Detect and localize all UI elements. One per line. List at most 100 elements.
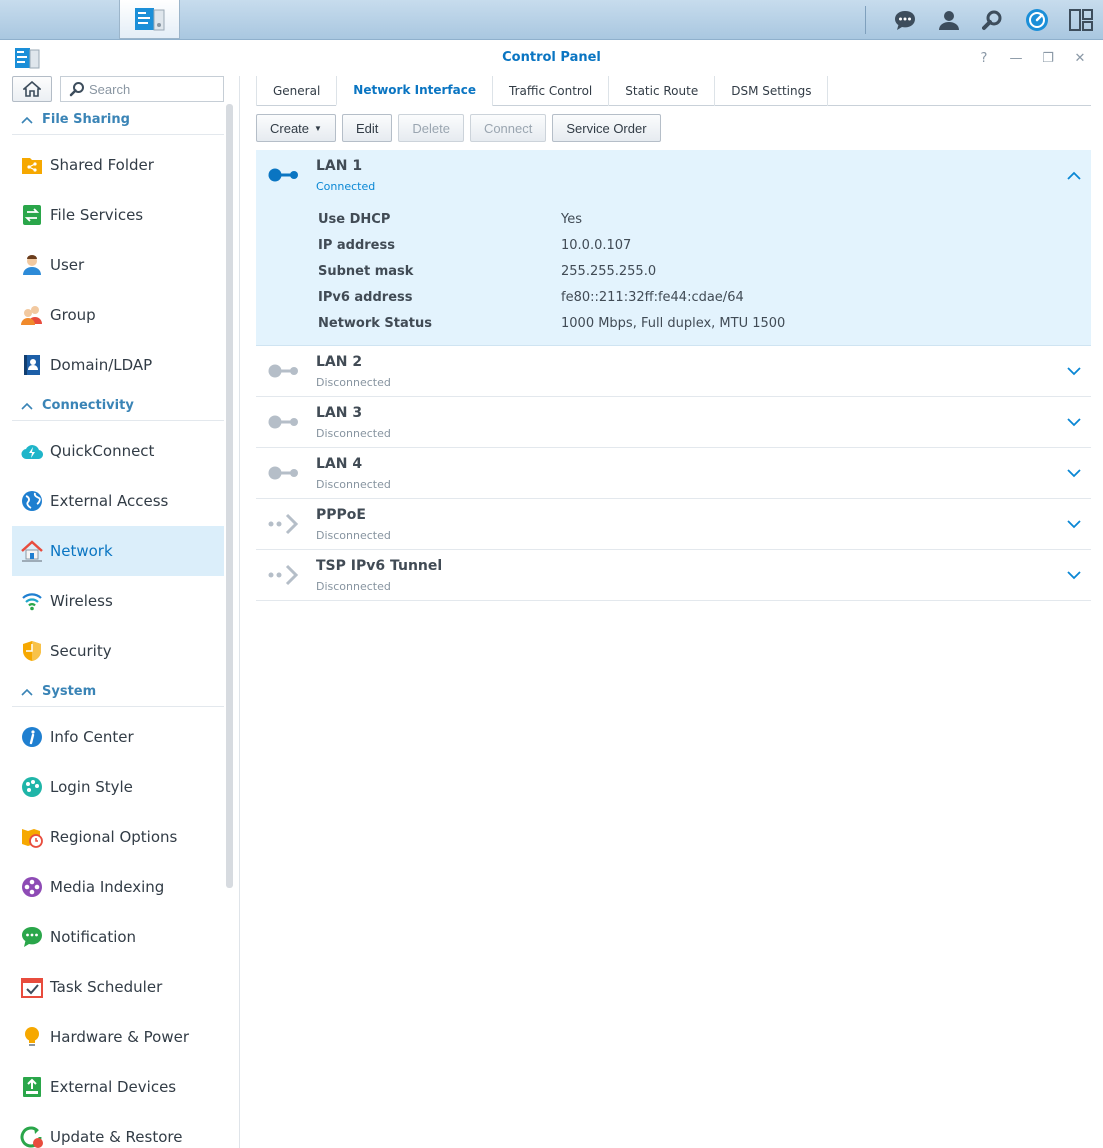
chevron-down-icon[interactable] [1065, 413, 1083, 431]
close-button[interactable]: ✕ [1071, 49, 1089, 67]
user-menu-button[interactable] [927, 0, 971, 39]
control-panel-icon [134, 8, 164, 31]
interface-row-tsp-ipv6-tunnel[interactable]: TSP IPv6 Tunnel Disconnected [256, 550, 1091, 601]
sidebar-item-shared-folder[interactable]: Shared Folder [12, 140, 224, 190]
interface-row-pppoe[interactable]: PPPoE Disconnected [256, 499, 1091, 550]
chat-icon [895, 10, 915, 30]
section-system[interactable]: System [12, 677, 224, 707]
info-icon [20, 725, 44, 749]
sidebar-item-update-restore[interactable]: Update & Restore [12, 1112, 224, 1148]
chevron-up-icon [12, 402, 42, 410]
sidebar-item-media-indexing[interactable]: Media Indexing [12, 862, 224, 912]
chevron-up-icon [12, 116, 42, 124]
interface-row-lan-1[interactable]: LAN 1 Connected Use DHCP Yes IP address … [256, 150, 1091, 346]
update-restore-icon [20, 1125, 44, 1148]
section-connectivity[interactable]: Connectivity [12, 391, 224, 421]
edit-button[interactable]: Edit [341, 114, 393, 142]
help-button[interactable]: ? [975, 49, 993, 67]
interface-row-lan-4[interactable]: LAN 4 Disconnected [256, 448, 1091, 499]
sidebar-item-regional-options[interactable]: Regional Options [12, 812, 224, 862]
interface-row-lan-2[interactable]: LAN 2 Disconnected [256, 346, 1091, 397]
sidebar-scrollbar[interactable] [226, 104, 233, 888]
interface-status: Disconnected [316, 376, 391, 389]
ethernet-connected-icon [266, 162, 302, 188]
section-file-sharing[interactable]: File Sharing [12, 105, 224, 135]
sidebar-item-label: QuickConnect [50, 442, 155, 460]
sidebar-item-network[interactable]: Network [12, 526, 224, 576]
search-input[interactable] [89, 81, 209, 97]
sidebar-item-group[interactable]: Group [12, 290, 224, 340]
tab-static-route[interactable]: Static Route [608, 76, 714, 106]
tab-network-interface[interactable]: Network Interface [336, 76, 492, 106]
detail-value: 255.255.255.0 [561, 263, 657, 279]
tunnel-disconnected-icon [266, 562, 302, 588]
tab-dsm-settings[interactable]: DSM Settings [714, 76, 829, 106]
main-panel: General Network Interface Traffic Contro… [240, 76, 1103, 1148]
restore-button[interactable]: ❐ [1039, 49, 1057, 67]
search-box[interactable] [60, 76, 224, 102]
sidebar-item-quickconnect[interactable]: QuickConnect [12, 426, 224, 476]
ethernet-disconnected-icon [266, 358, 302, 384]
sidebar-item-label: Domain/LDAP [50, 356, 153, 374]
sidebar-item-label: Media Indexing [50, 878, 165, 896]
connect-button[interactable]: Connect [469, 114, 547, 142]
shared-folder-icon [20, 153, 44, 177]
create-button[interactable]: Create ▼ [256, 114, 336, 142]
sidebar-item-label: Update & Restore [50, 1128, 183, 1146]
shield-icon [20, 639, 44, 663]
detail-row: Subnet mask 255.255.255.0 [318, 258, 785, 284]
lightbulb-icon [20, 1025, 44, 1049]
sidebar-item-domain-ldap[interactable]: Domain/LDAP [12, 340, 224, 390]
taskbar-separator [865, 6, 866, 34]
detail-label: IP address [318, 237, 395, 253]
sidebar-item-security[interactable]: Security [12, 626, 224, 676]
widgets-button[interactable] [1015, 0, 1059, 39]
sidebar-item-external-devices[interactable]: External Devices [12, 1062, 224, 1112]
sidebar-item-info-center[interactable]: Info Center [12, 712, 224, 762]
control-panel-taskbar-button[interactable] [119, 0, 180, 39]
chat-button[interactable] [883, 0, 927, 39]
dropdown-arrow-icon: ▼ [314, 123, 322, 133]
tab-traffic-control[interactable]: Traffic Control [492, 76, 608, 106]
sidebar-item-wireless[interactable]: Wireless [12, 576, 224, 626]
network-icon [20, 539, 44, 563]
sidebar-item-notification[interactable]: Notification [12, 912, 224, 962]
chevron-down-icon[interactable] [1065, 362, 1083, 380]
detail-label: Subnet mask [318, 263, 414, 279]
delete-button[interactable]: Delete [398, 114, 464, 142]
detail-row: IPv6 address fe80::211:32ff:fe44:cdae/64 [318, 284, 785, 310]
chevron-down-icon[interactable] [1065, 464, 1083, 482]
chevron-down-icon[interactable] [1065, 566, 1083, 584]
home-button[interactable] [12, 76, 52, 102]
interface-status: Disconnected [316, 427, 391, 440]
chevron-down-icon[interactable] [1065, 515, 1083, 533]
sidebar-item-hardware-power[interactable]: Hardware & Power [12, 1012, 224, 1062]
regional-options-icon [20, 825, 44, 849]
interface-row-lan-3[interactable]: LAN 3 Disconnected [256, 397, 1091, 448]
interface-details: Use DHCP Yes IP address 10.0.0.107 Subne… [318, 206, 785, 336]
service-order-button[interactable]: Service Order [552, 114, 661, 142]
sidebar-item-task-scheduler[interactable]: Task Scheduler [12, 962, 224, 1012]
tunnel-disconnected-icon [266, 511, 302, 537]
tab-general[interactable]: General [256, 76, 336, 106]
sidebar-item-label: Security [50, 642, 112, 660]
search-button[interactable] [971, 0, 1015, 39]
detail-value: 10.0.0.107 [561, 237, 632, 253]
minimize-button[interactable]: — [1007, 49, 1025, 67]
sidebar-item-login-style[interactable]: Login Style [12, 762, 224, 812]
palette-icon [20, 775, 44, 799]
quickconnect-icon [20, 439, 44, 463]
sidebar-item-label: External Access [50, 492, 169, 510]
sidebar-item-file-services[interactable]: File Services [12, 190, 224, 240]
sidebar-item-external-access[interactable]: External Access [12, 476, 224, 526]
chevron-up-icon[interactable] [1065, 166, 1083, 184]
domain-ldap-icon [20, 353, 44, 377]
window-titlebar: Control Panel ? — ❐ ✕ [0, 40, 1103, 76]
sidebar-item-user[interactable]: User [12, 240, 224, 290]
show-desktop-button[interactable] [1059, 0, 1103, 39]
create-button-label: Create [270, 120, 310, 136]
section-label: System [42, 684, 97, 699]
interface-name: LAN 4 [316, 456, 363, 472]
detail-label: Use DHCP [318, 211, 391, 227]
taskbar [0, 0, 1103, 1148]
